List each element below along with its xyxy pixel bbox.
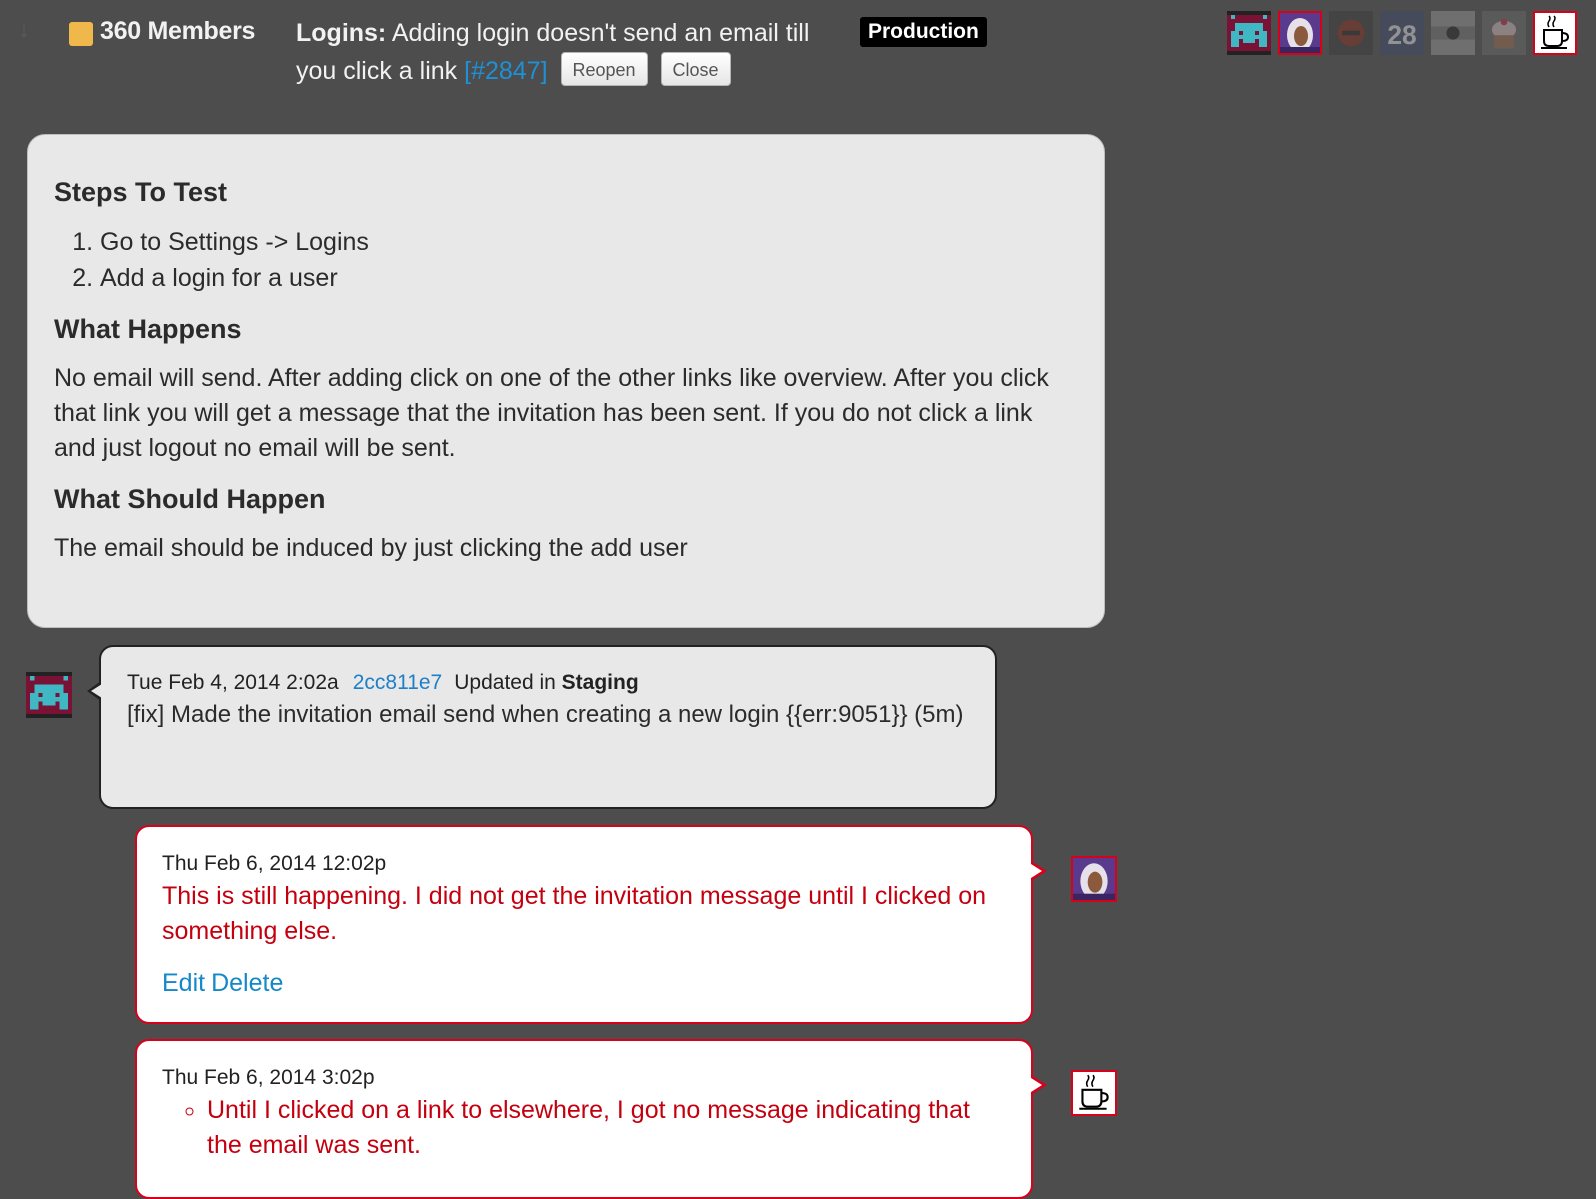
coffee-cup-avatar[interactable]	[1533, 11, 1577, 55]
commit-hash-link[interactable]: 2cc811e7	[353, 671, 443, 694]
environment-badge: Production	[860, 17, 987, 47]
number-28-avatar[interactable]: 28	[1380, 11, 1424, 55]
what-happens-heading: What Happens	[54, 314, 242, 344]
project-color-swatch	[69, 22, 93, 46]
issue-number-link[interactable]: [#2847]	[464, 57, 547, 85]
commit-meta: Tue Feb 4, 2014 2:02a 2cc811e7 Updated in …	[127, 669, 969, 697]
what-should-happen-text: The email should be induced by just clic…	[54, 534, 688, 562]
comment-date: Thu Feb 6, 2014 12:02p	[162, 852, 387, 875]
commit-updated-prefix: Updated in	[454, 671, 556, 694]
project-name[interactable]: 360 Members	[100, 17, 255, 46]
cupcake-avatar[interactable]	[1482, 11, 1526, 55]
issue-title: Logins: Adding login doesn't send an ema…	[296, 14, 856, 90]
commit-date: Tue Feb 4, 2014 2:02a	[127, 671, 339, 694]
hooded-figure-avatar[interactable]	[1278, 11, 1322, 55]
commit-card: Tue Feb 4, 2014 2:02a 2cc811e7 Updated in …	[87, 645, 997, 809]
commit-environment: Staging	[561, 671, 639, 694]
issue-category: Logins:	[296, 19, 387, 47]
collapse-arrow-icon[interactable]: ↓	[14, 19, 34, 41]
svg-text:28: 28	[1387, 20, 1416, 50]
comment-text: This is still happening. I did not get t…	[162, 882, 987, 945]
comment-card: Thu Feb 6, 2014 3:02p Until I clicked on…	[135, 1039, 1047, 1199]
reopen-button[interactable]: Reopen	[560, 52, 648, 87]
watcher-avatars: 28	[1227, 11, 1577, 55]
steps-list: Go to Settings -> Logins Add a login for…	[54, 224, 1078, 296]
what-happens-text: No email will send. After adding click o…	[54, 364, 1049, 462]
red-helmet-avatar[interactable]	[1329, 11, 1373, 55]
edit-comment-link[interactable]: Edit	[162, 969, 205, 997]
comment-date: Thu Feb 6, 2014 3:02p	[162, 1066, 375, 1089]
step-item: Add a login for a user	[100, 260, 1078, 296]
coffee-cup-avatar[interactable]	[1071, 1070, 1117, 1116]
comment-bullet-item: Until I clicked on a link to elsewhere, …	[207, 1093, 1006, 1163]
delete-comment-link[interactable]: Delete	[211, 969, 283, 997]
gray-emblem-avatar[interactable]	[1431, 11, 1475, 55]
comment-bullet-list: Until I clicked on a link to elsewhere, …	[162, 1093, 1006, 1163]
close-button[interactable]: Close	[660, 52, 731, 87]
comment-card: Thu Feb 6, 2014 12:02p This is still hap…	[135, 825, 1047, 1024]
step-item: Go to Settings -> Logins	[100, 224, 1078, 260]
what-should-happen-heading: What Should Happen	[54, 484, 326, 514]
steps-heading: Steps To Test	[54, 177, 228, 207]
pixel-invader-avatar[interactable]	[1227, 11, 1271, 55]
pixel-invader-avatar[interactable]	[26, 672, 72, 718]
comment-actions: Edit Delete	[162, 967, 1006, 999]
commit-message: [fix] Made the invitation email send whe…	[127, 701, 964, 728]
issue-description-card: Steps To Test Go to Settings -> Logins A…	[27, 134, 1105, 628]
hooded-figure-avatar[interactable]	[1071, 856, 1117, 902]
